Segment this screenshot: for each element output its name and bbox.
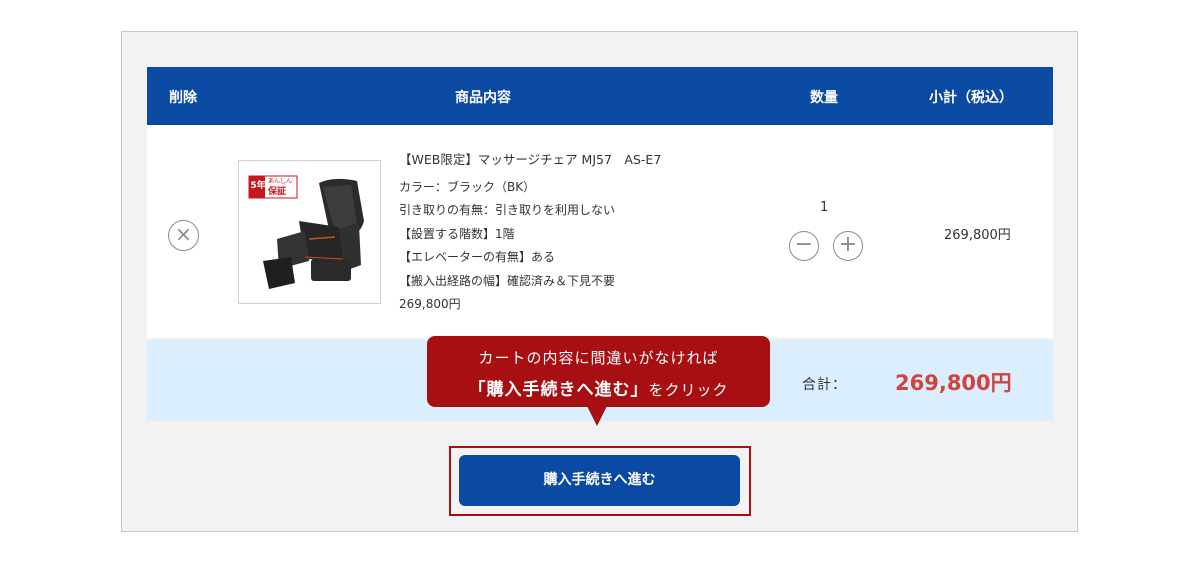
instruction-tooltip: カートの内容に間違いがなければ 「購入手続きへ進む」をクリック — [427, 336, 770, 407]
proceed-to-checkout-button[interactable]: 購入手続きへ進む — [459, 455, 740, 506]
product-option-pickup: 引き取りの有無：引き取りを利用しない — [399, 203, 616, 217]
product-option-floor: 【設置する階数】1階 — [399, 226, 515, 241]
close-icon: × — [175, 222, 192, 246]
product-price: 269,800円 — [399, 297, 461, 311]
header-product: 商品内容 — [455, 90, 511, 106]
tooltip-line-1: カートの内容に間違いがなければ — [478, 349, 719, 367]
header-remove: 削除 — [169, 90, 197, 106]
item-subtotal: 269,800円 — [944, 228, 1011, 243]
quantity-decrease-button[interactable]: − — [789, 231, 819, 261]
plus-icon: + — [838, 232, 858, 257]
remove-item-button[interactable]: × — [168, 220, 199, 251]
quantity-increase-button[interactable]: + — [833, 231, 863, 261]
tooltip-emphasis: 「購入手続きへ進む」 — [468, 380, 649, 400]
product-option-color: カラー：ブラック（BK） — [399, 179, 536, 194]
minus-icon: − — [794, 232, 814, 257]
total-label: 合計： — [802, 377, 847, 393]
tooltip-arrow — [587, 406, 607, 426]
badge-text-2: 保証 — [268, 187, 287, 197]
header-subtotal: 小計（税込） — [929, 90, 1013, 106]
tooltip-line-2: 「購入手続きへ進む」をクリック — [427, 375, 770, 400]
product-details: 【WEB限定】マッサージチェア MJ57 AS-E7 カラー：ブラック（BK） … — [399, 148, 661, 317]
total-value: 269,800円 — [895, 371, 1012, 395]
product-image: 5年 あんしん 保証 — [238, 160, 381, 304]
cart-table-header: 削除 商品内容 数量 小計（税込） — [147, 67, 1053, 125]
quantity-value: 1 — [820, 200, 829, 215]
product-option-route: 【搬入出経路の幅】確認済み＆下見不要 — [399, 273, 616, 288]
badge-years: 5年 — [250, 181, 266, 191]
tooltip-line-2-rest: をクリック — [648, 381, 729, 399]
product-title: 【WEB限定】マッサージチェア MJ57 AS-E7 — [399, 152, 662, 167]
product-option-elevator: 【エレベーターの有無】ある — [399, 250, 556, 264]
header-quantity: 数量 — [810, 90, 838, 106]
cart-item-row: × 5年 あんしん 保証 【WEB限定】マッサージチェア MJ57 AS-E7 … — [147, 125, 1053, 338]
